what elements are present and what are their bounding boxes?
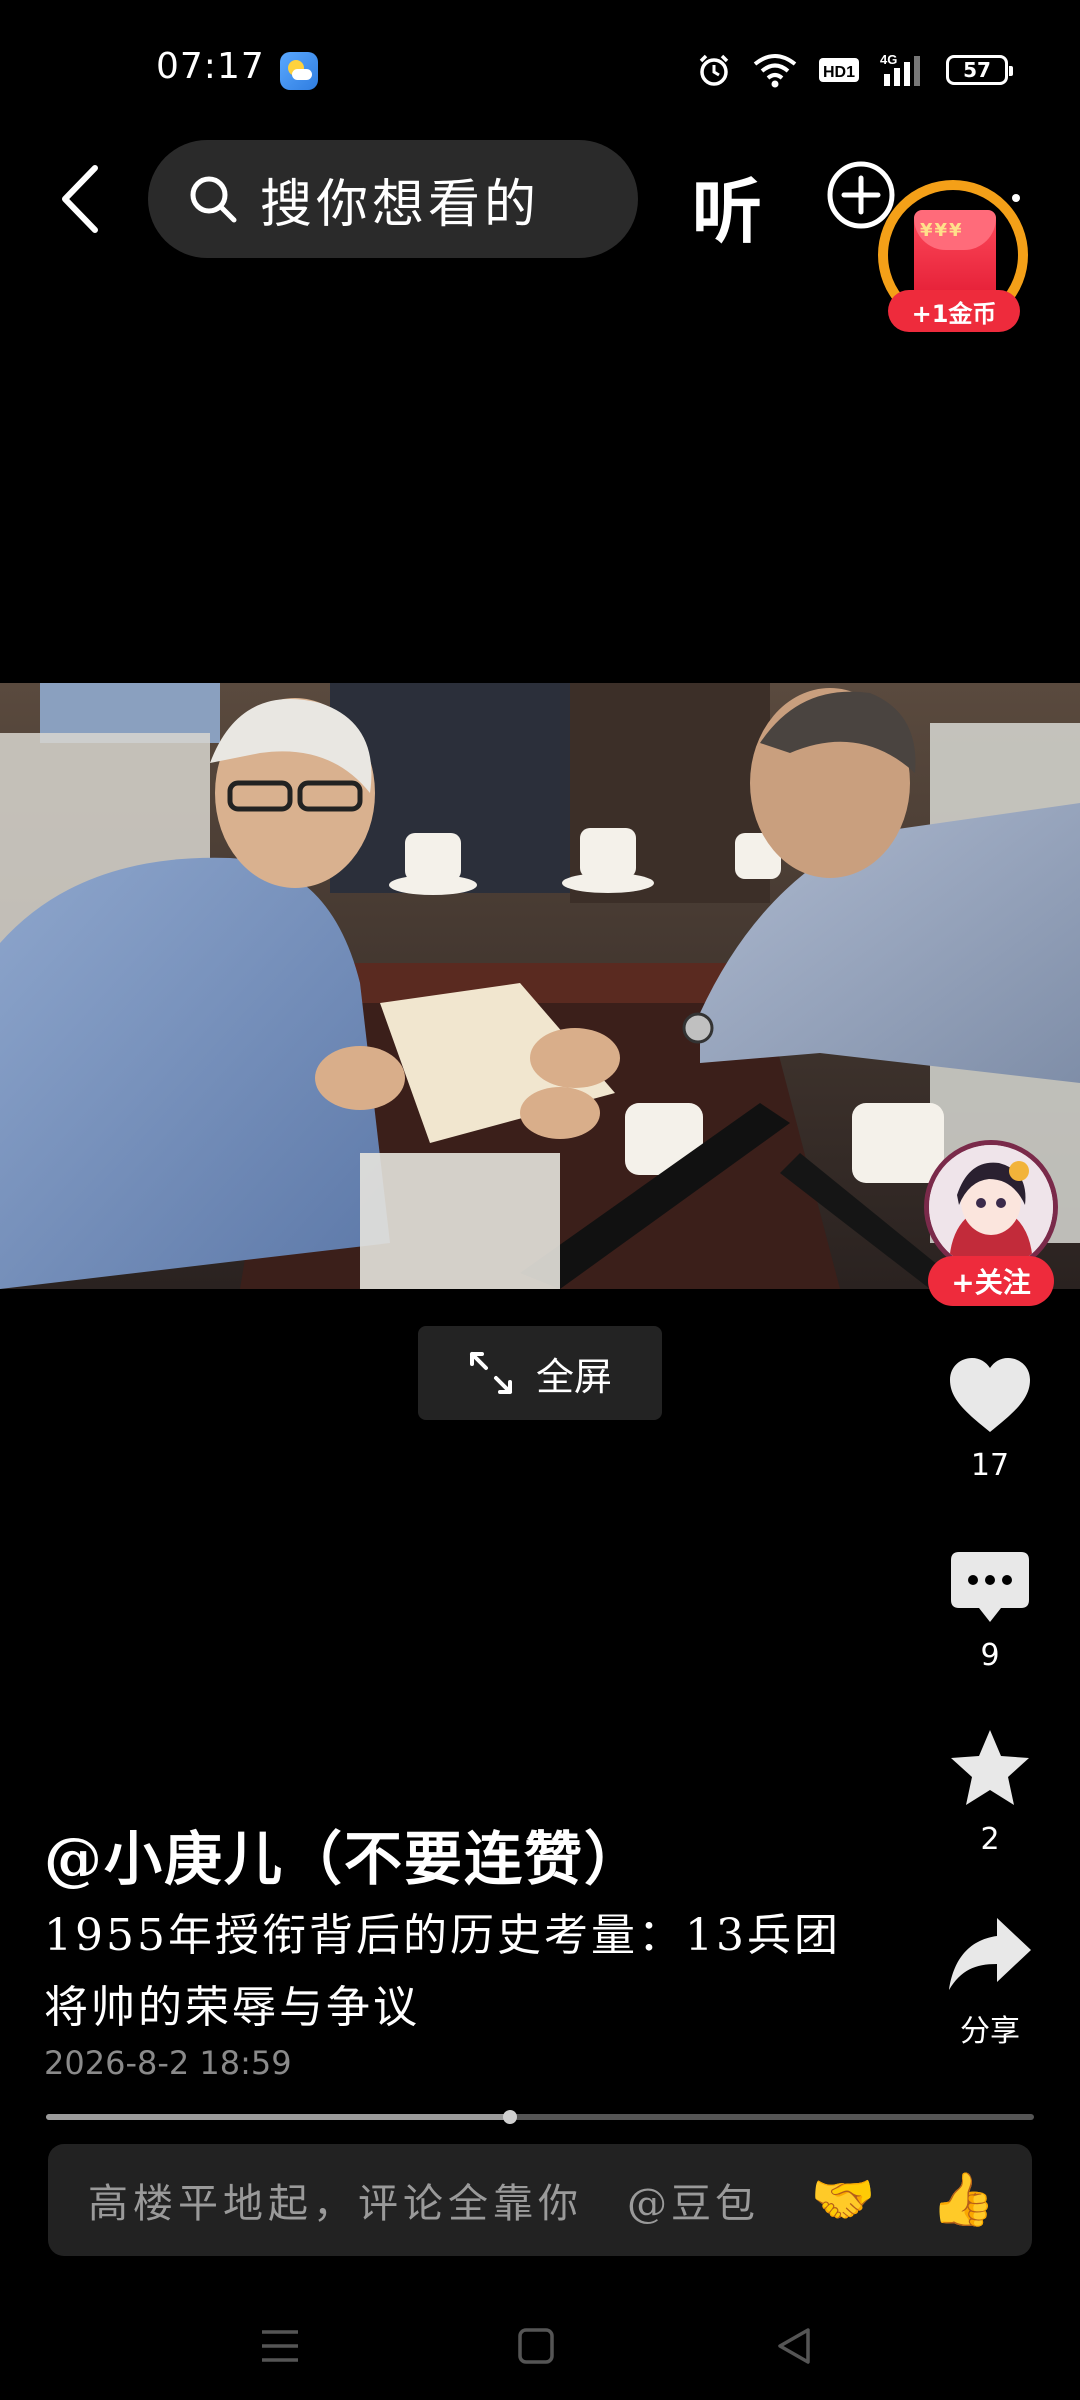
comment-bubble-icon[interactable] xyxy=(949,1550,1031,1624)
follow-button[interactable]: +关注 xyxy=(928,1256,1054,1306)
progress-thumb[interactable] xyxy=(503,2110,518,2124)
search-placeholder: 搜你想看的 xyxy=(260,174,541,235)
thumbs-up-emoji-button[interactable]: 👍 xyxy=(928,2164,998,2234)
hd-signal-icon: HD1 xyxy=(819,58,859,82)
weather-app-icon xyxy=(280,52,318,90)
author-name[interactable]: @小庚儿（不要连赞） xyxy=(44,1812,644,1896)
expand-icon xyxy=(469,1352,512,1394)
fullscreen-button[interactable]: 全屏 xyxy=(418,1326,662,1420)
like-count: 17 xyxy=(970,1448,1010,1483)
star-icon[interactable] xyxy=(948,1728,1032,1808)
chevron-left-icon xyxy=(62,165,98,233)
menu-nav-button[interactable] xyxy=(250,2316,310,2376)
coin-reward-label: +1金币 xyxy=(888,290,1020,332)
favorite-action[interactable]: 2 xyxy=(926,1728,1054,1857)
svg-text:HD1: HD1 xyxy=(823,64,855,81)
like-action[interactable]: 17 xyxy=(926,1356,1054,1483)
comment-placeholder: 高楼平地起，评论全靠你 xyxy=(88,2181,583,2227)
back-nav-button[interactable] xyxy=(764,2316,824,2376)
red-packet-icon: ¥¥¥ xyxy=(914,210,996,300)
search-icon xyxy=(190,176,237,223)
coin-reward-badge[interactable]: ¥¥¥ +1金币 xyxy=(876,178,1034,338)
comment-action[interactable]: 9 xyxy=(926,1550,1054,1673)
comment-count: 9 xyxy=(980,1638,1000,1673)
status-time: 07:17 xyxy=(156,46,265,87)
search-box[interactable]: 搜你想看的 xyxy=(148,140,638,258)
share-action[interactable]: 分享 xyxy=(926,1916,1054,2050)
progress-fill xyxy=(46,2114,511,2120)
author-avatar-group[interactable]: +关注 xyxy=(916,1140,1066,1306)
video-progress-bar[interactable] xyxy=(46,2110,1034,2124)
yen-symbols: ¥¥¥ xyxy=(920,220,964,241)
mention-doubao[interactable]: @豆包 xyxy=(627,2171,759,2229)
alarm-icon xyxy=(699,54,729,86)
home-nav-button[interactable] xyxy=(506,2316,566,2376)
handshake-emoji-button[interactable]: 🤝 xyxy=(808,2164,878,2234)
post-date: 2026-8-2 18:59 xyxy=(44,2044,292,2082)
status-bar: 07:17 HD1 4G 57 xyxy=(0,0,1080,140)
share-arrow-icon[interactable] xyxy=(947,1916,1033,1992)
post-description: 1955年授衔背后的历史考量：13兵团将帅的荣辱与争议 xyxy=(44,1910,841,2033)
favorite-count: 2 xyxy=(980,1822,1000,1857)
wifi-icon xyxy=(753,54,797,88)
system-navigation-bar xyxy=(0,2290,1080,2400)
square-icon xyxy=(518,2328,554,2364)
share-label: 分享 xyxy=(960,2014,1020,2049)
listen-button[interactable]: 听 xyxy=(692,156,762,257)
status-icons: HD1 4G 57 xyxy=(696,50,1013,90)
avatar-illustration xyxy=(929,1145,1053,1269)
menu-icon xyxy=(262,2330,298,2362)
avatar[interactable] xyxy=(924,1140,1058,1274)
triangle-back-icon xyxy=(778,2328,810,2364)
back-button[interactable] xyxy=(46,164,116,234)
comment-input-bar[interactable]: 高楼平地起，评论全靠你 @豆包 🤝 👍 xyxy=(48,2144,1032,2256)
fullscreen-label: 全屏 xyxy=(535,1354,612,1399)
svg-text:4G: 4G xyxy=(880,52,897,67)
video-player-screen: 07:17 HD1 4G 57 搜你想看的 听 ¥¥¥ +1金币 全屏 +关注 … xyxy=(0,0,1080,2400)
cellular-signal-icon: 4G xyxy=(880,52,920,86)
battery-indicator: 57 xyxy=(946,55,1013,85)
heart-icon[interactable] xyxy=(948,1356,1032,1434)
